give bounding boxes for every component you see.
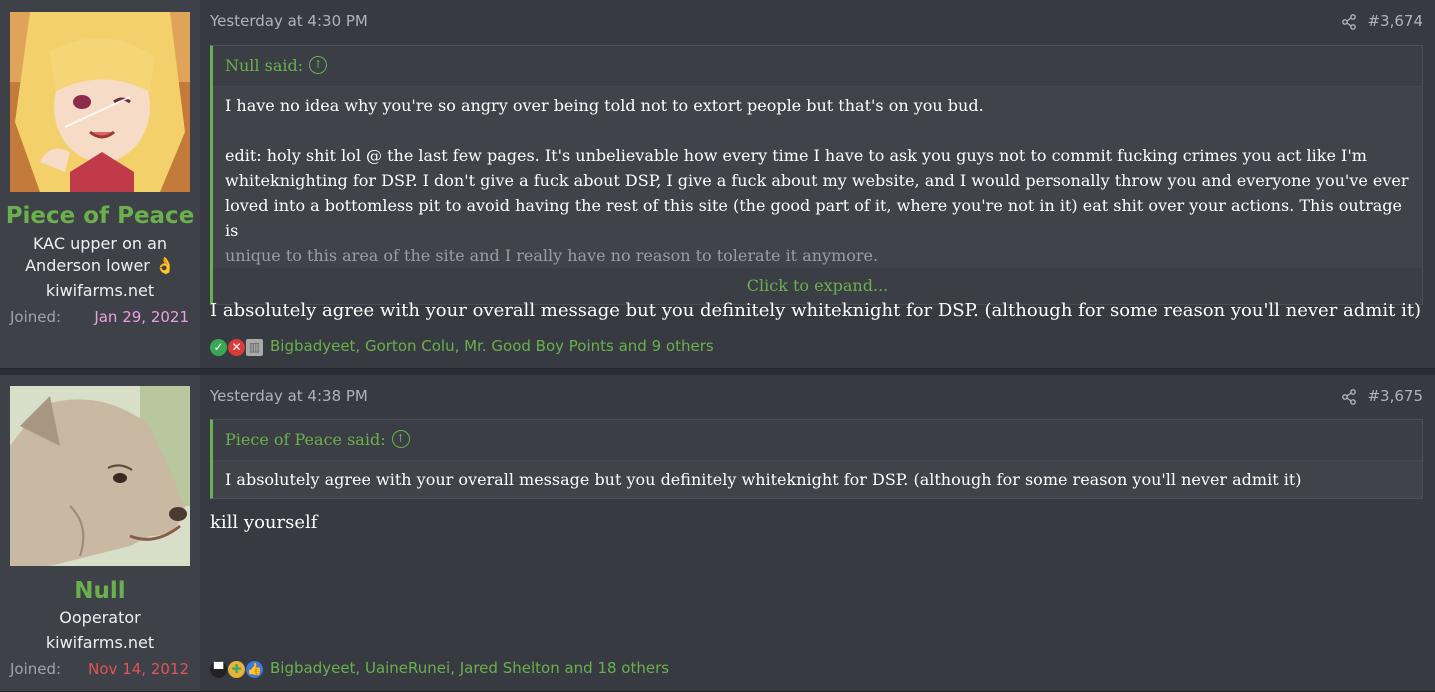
share-icon[interactable] xyxy=(1341,389,1357,405)
post-date[interactable]: Yesterday at 4:38 PM xyxy=(210,387,368,405)
reactions-list[interactable]: Bigbadyeet, Gorton Colu, Mr. Good Boy Po… xyxy=(270,337,714,355)
post-body: Yesterday at 4:30 PM #3,674 Null said: ↑ … xyxy=(200,0,1435,368)
user-site: kiwifarms.net xyxy=(45,281,155,300)
share-icon[interactable] xyxy=(1341,14,1357,30)
quote-content: I have no idea why you're so angry over … xyxy=(213,87,1422,268)
check-icon: ✓ xyxy=(210,338,227,356)
username[interactable]: Piece of Peace xyxy=(0,203,200,229)
user-panel: Piece of Peace KAC upper on an Anderson … xyxy=(0,0,200,368)
quote-paragraph: edit: holy shit lol @ the last few pages… xyxy=(225,143,1410,268)
striped-icon: ▥ xyxy=(246,338,263,356)
quote-block: Null said: ↑ I have no idea why you're so… xyxy=(210,45,1423,305)
post-date[interactable]: Yesterday at 4:30 PM xyxy=(210,12,368,30)
post-number[interactable]: #3,675 xyxy=(1367,387,1423,405)
joined-date: Nov 14, 2012 xyxy=(88,660,189,678)
quote-content: I absolutely agree with your overall mes… xyxy=(213,461,1422,498)
user-title-line2: Anderson lower 👌 xyxy=(25,256,175,275)
jump-to-quote-icon[interactable]: ↑ xyxy=(391,429,410,448)
user-panel: Null Ooperator kiwifarms.net Joined: Nov… xyxy=(0,375,200,691)
quote-line: whiteknighting for DSP. I don't give a f… xyxy=(225,171,1409,190)
joined-date: Jan 29, 2021 xyxy=(94,308,189,326)
puzzle-icon: ✚ xyxy=(228,660,245,678)
reactions-list[interactable]: Bigbadyeet, UaineRunei, Jared Shelton an… xyxy=(270,659,669,677)
reactions-bar[interactable]: ✓ ✕ ▥ Bigbadyeet, Gorton Colu, Mr. Good Bo… xyxy=(210,337,714,356)
post-message: I absolutely agree with your overall mes… xyxy=(210,300,1422,321)
click-to-expand-link[interactable]: Click to expand... xyxy=(213,268,1422,304)
quote-line: loved into a bottomless pit to avoid hav… xyxy=(225,196,1402,240)
top-hat-icon: ▀ xyxy=(210,660,227,678)
post-number[interactable]: #3,674 xyxy=(1367,12,1423,30)
reactions-bar[interactable]: ▀ ✚ 👍 Bigbadyeet, UaineRunei, Jared Shelto… xyxy=(210,659,669,678)
avatar[interactable] xyxy=(10,12,190,192)
quote-paragraph: I have no idea why you're so angry over … xyxy=(225,96,984,115)
post-body: Yesterday at 4:38 PM #3,675 Piece of Pea… xyxy=(200,375,1435,691)
x-icon: ✕ xyxy=(228,338,245,356)
quote-line: unique to this area of the site and I re… xyxy=(225,246,879,265)
user-title-line1: KAC upper on an xyxy=(32,234,168,253)
like-icon: 👍 xyxy=(246,660,263,678)
post-3674: Piece of Peace KAC upper on an Anderson … xyxy=(0,0,1435,369)
quote-paragraph: I absolutely agree with your overall mes… xyxy=(225,470,1302,489)
avatar[interactable] xyxy=(10,386,190,566)
quote-block: Piece of Peace said: ↑ I absolutely agree… xyxy=(210,419,1423,499)
post-3675: Null Ooperator kiwifarms.net Joined: Nov… xyxy=(0,375,1435,692)
user-title-line1: Ooperator xyxy=(59,608,141,627)
quote-author[interactable]: Null said: xyxy=(225,56,303,75)
quote-header[interactable]: Null said: ↑ xyxy=(213,46,1422,87)
quote-line: edit: holy shit lol @ the last few pages… xyxy=(225,146,1367,165)
post-message: kill yourself xyxy=(210,512,318,533)
user-site: kiwifarms.net xyxy=(45,633,155,652)
joined-label: Joined: xyxy=(10,308,62,326)
quote-author[interactable]: Piece of Peace said: xyxy=(225,430,386,449)
jump-to-quote-icon[interactable]: ↑ xyxy=(309,55,328,74)
username[interactable]: Null xyxy=(0,578,200,604)
joined-label: Joined: xyxy=(10,660,62,678)
quote-header[interactable]: Piece of Peace said: ↑ xyxy=(213,420,1422,461)
